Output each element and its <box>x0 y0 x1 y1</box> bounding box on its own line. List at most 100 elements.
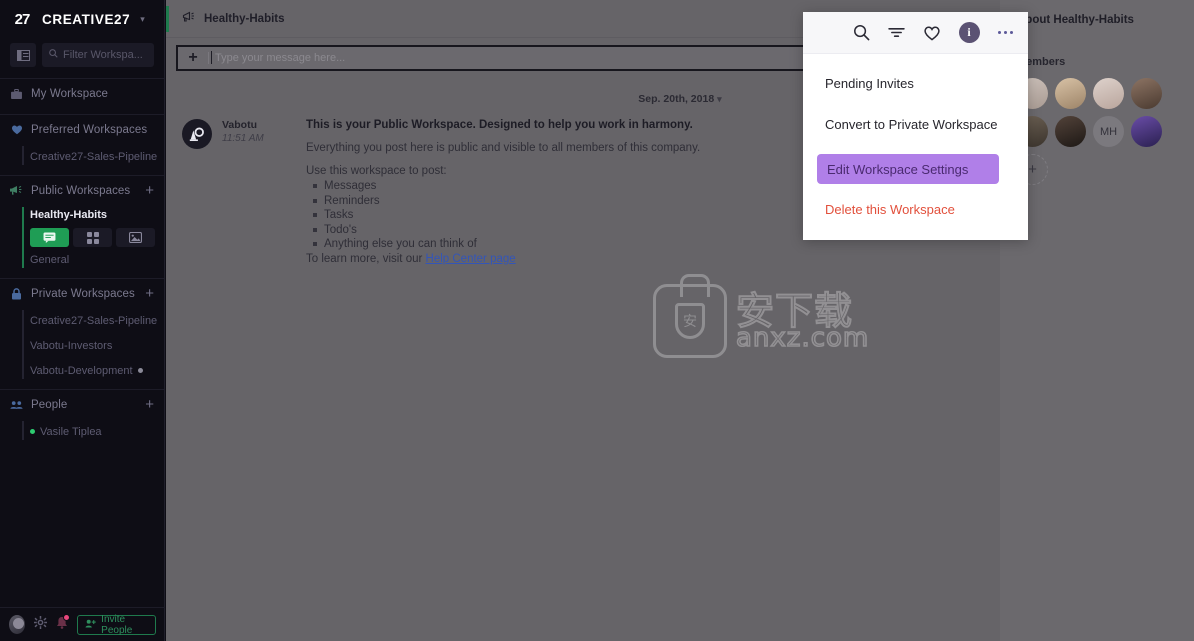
filter-row: Filter Workspa... <box>0 38 164 72</box>
list-item: Tasks <box>310 208 700 223</box>
sidebar-item-creative27-sales-pipeline[interactable]: Creative27-Sales-Pipeline <box>0 144 164 169</box>
add-private-workspace-button[interactable]: + <box>145 286 154 301</box>
avatar[interactable] <box>1055 78 1086 109</box>
brand-name: CREATIVE27 <box>42 11 131 27</box>
info-icon-label: i <box>967 25 971 39</box>
menu-items: Pending Invites Convert to Private Works… <box>803 54 1028 220</box>
unread-dot-icon <box>137 368 143 373</box>
avatar[interactable] <box>1093 78 1124 109</box>
avatar[interactable] <box>1131 116 1162 147</box>
sidebar-item-general-channel[interactable]: General <box>0 247 164 272</box>
avatar-initials[interactable]: MH <box>1093 116 1124 147</box>
add-member-label: + <box>1028 161 1037 178</box>
sidebar-label-private: Private Workspaces <box>31 287 135 300</box>
message-time: 11:51 AM <box>222 133 264 144</box>
brand-logo-text: 27 <box>14 10 31 28</box>
sidebar-section-people[interactable]: People + <box>0 390 164 419</box>
brand-header[interactable]: 27 CREATIVE27 ▾ <box>0 0 164 38</box>
add-person-button[interactable]: + <box>145 397 154 412</box>
message-input-placeholder: Type your message here... <box>215 52 346 64</box>
sidebar-item-creative27-sales-pipeline-private[interactable]: Creative27-Sales-Pipeline <box>0 308 164 333</box>
sidebar: 27 CREATIVE27 ▾ Filter Workspa... My Wor… <box>0 0 165 641</box>
heart-icon <box>10 124 23 135</box>
sidebar-label-preferred: Preferred Workspaces <box>31 123 148 136</box>
megaphone-icon <box>182 10 196 28</box>
panel-layout-icon[interactable] <box>10 43 36 67</box>
media-tab[interactable] <box>116 228 155 247</box>
private-workspaces-group: Creative27-Sales-Pipeline Vabotu-Investo… <box>0 308 164 383</box>
creative27-logo-icon: 27 <box>10 9 34 29</box>
invite-people-button[interactable]: Invite People <box>77 613 156 636</box>
avatar[interactable] <box>9 615 26 634</box>
megaphone-icon <box>10 185 23 196</box>
watermark: 安 安下载 anxz.com <box>653 273 870 363</box>
chat-tab[interactable] <box>30 228 69 247</box>
menu-item-edit-workspace-settings[interactable]: Edit Workspace Settings <box>817 154 999 184</box>
notification-badge <box>63 613 71 621</box>
sidebar-sub-label: Vabotu-Investors <box>30 339 113 352</box>
search-icon[interactable] <box>853 24 870 41</box>
list-item: Messages <box>310 179 700 194</box>
search-placeholder: Filter Workspa... <box>63 49 143 61</box>
image-icon <box>129 232 142 243</box>
help-center-link[interactable]: Help Center page <box>426 253 516 265</box>
avatar[interactable] <box>1131 78 1162 109</box>
sidebar-label-public: Public Workspaces <box>31 184 131 197</box>
sidebar-item-my-workspace[interactable]: My Workspace <box>0 79 164 108</box>
sidebar-section-private-workspaces[interactable]: Private Workspaces + <box>0 279 164 308</box>
lock-icon <box>10 287 23 300</box>
heart-icon[interactable] <box>923 25 941 41</box>
info-icon[interactable]: i <box>958 22 980 43</box>
people-icon <box>10 400 23 410</box>
sidebar-sub-label: General <box>30 253 70 266</box>
chevron-down-icon[interactable]: ▾ <box>140 14 145 25</box>
sidebar-item-vasile-tiplea[interactable]: Vasile Tiplea <box>0 419 164 444</box>
app-root: 27 CREATIVE27 ▾ Filter Workspa... My Wor… <box>0 0 1194 641</box>
avatar[interactable] <box>1055 116 1086 147</box>
plus-icon[interactable]: + <box>178 47 208 69</box>
list-item: Todo's <box>310 223 700 238</box>
board-tab[interactable] <box>73 228 112 247</box>
people-group: Vasile Tiplea <box>0 419 164 444</box>
message-list-intro: Use this workspace to post: <box>306 165 447 177</box>
message-meta: Vabotu 11:51 AM <box>212 119 304 265</box>
text-caret <box>211 51 212 64</box>
gear-icon[interactable] <box>34 615 48 634</box>
chevron-down-icon[interactable]: ▾ <box>717 94 722 104</box>
filter-icon[interactable] <box>887 26 905 39</box>
sidebar-sub-label: Vabotu-Development <box>30 364 133 377</box>
public-workspaces-group: Healthy-Habits General <box>0 205 164 272</box>
avatar-initials-text: MH <box>1099 125 1118 138</box>
sidebar-item-vabotu-investors[interactable]: Vabotu-Investors <box>0 333 164 358</box>
menu-icon-bar: i <box>803 12 1028 54</box>
add-public-workspace-button[interactable]: + <box>145 183 154 198</box>
members-list: MH + <box>1017 78 1177 185</box>
sidebar-label-people: People <box>31 398 68 411</box>
watermark-en: anxz.com <box>735 322 870 353</box>
menu-item-label: Pending Invites <box>825 75 914 91</box>
menu-item-delete-this-workspace[interactable]: Delete this Workspace <box>803 198 1028 220</box>
list-item: Reminders <box>310 194 700 209</box>
bell-icon[interactable] <box>56 613 71 634</box>
menu-item-label: Edit Workspace Settings <box>827 161 969 177</box>
message-body: This is your Public Workspace. Designed … <box>304 119 700 265</box>
more-options-icon[interactable] <box>997 30 1013 35</box>
search-icon <box>49 49 58 61</box>
watermark-badge-text: 安 <box>683 312 697 329</box>
menu-item-pending-invites[interactable]: Pending Invites <box>803 72 1028 94</box>
menu-item-label: Delete this Workspace <box>825 201 955 217</box>
page-title: Healthy-Habits <box>204 12 285 25</box>
sidebar-item-vabotu-development[interactable]: Vabotu-Development <box>0 358 164 383</box>
chat-icon <box>43 232 56 243</box>
sidebar-section-public-workspaces[interactable]: Public Workspaces + <box>0 176 164 205</box>
menu-item-label: Convert to Private Workspace <box>825 116 998 132</box>
search-input[interactable]: Filter Workspa... <box>42 43 154 67</box>
sidebar-item-healthy-habits[interactable]: Healthy-Habits <box>0 205 164 225</box>
message-footer: To learn more, visit our Help Center pag… <box>306 253 700 265</box>
sidebar-section-preferred-workspaces[interactable]: Preferred Workspaces <box>0 115 164 144</box>
members-label: Members <box>1017 56 1066 68</box>
watermark-bag-icon: 安 <box>653 273 727 358</box>
menu-item-convert-to-private-workspace[interactable]: Convert to Private Workspace <box>803 113 1028 135</box>
invite-people-label: Invite People <box>101 613 133 636</box>
grid-icon <box>86 231 99 244</box>
